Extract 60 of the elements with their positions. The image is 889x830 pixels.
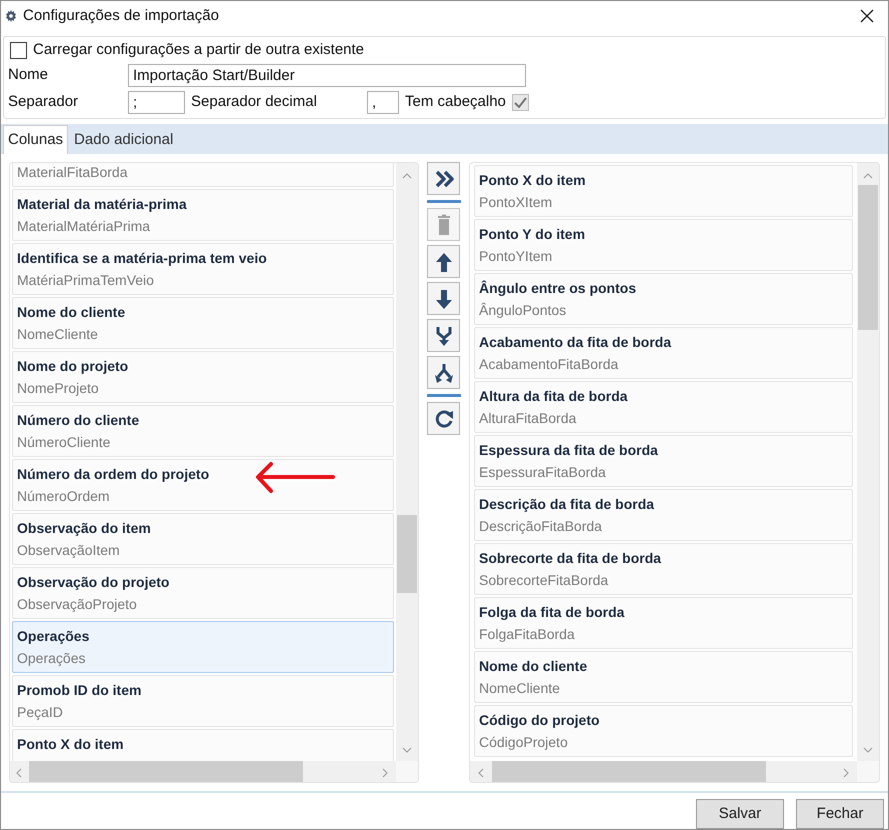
scrollbar-thumb[interactable] — [29, 761, 303, 782]
refresh-button[interactable] — [427, 402, 460, 435]
up-arrow-button[interactable] — [427, 245, 460, 278]
input-field[interactable]: ; — [128, 91, 185, 114]
down-arrow-button[interactable] — [427, 282, 460, 315]
check-icon — [514, 97, 527, 108]
list-item[interactable]: Ponto X do item PontoXItem — [474, 165, 853, 217]
list-item[interactable]: Nome do projeto NomeProjeto — [12, 351, 394, 403]
scroll-left-icon[interactable] — [16, 768, 22, 778]
tab[interactable]: Dado adicional — [70, 127, 178, 154]
scroll-right-icon[interactable] — [843, 768, 849, 778]
merge-arrow-button[interactable] — [427, 319, 460, 352]
list-item[interactable]: Número do cliente NúmeroCliente — [12, 405, 394, 457]
scroll-left-icon[interactable] — [478, 768, 484, 778]
close-icon[interactable] — [860, 9, 874, 23]
list-item[interactable]: Nome do cliente NomeCliente — [474, 651, 853, 703]
input-field[interactable]: , — [367, 91, 399, 114]
list-item[interactable]: Observação do projeto ObservaçãoProjeto — [12, 567, 394, 619]
split-arrow-icon — [432, 362, 454, 384]
list-item[interactable]: Descrição da fita de borda DescriçãoFitaBorda — [474, 489, 853, 541]
scroll-right-icon[interactable] — [382, 768, 388, 778]
list-item[interactable]: Promob ID do item PeçaID — [12, 675, 394, 727]
list-item[interactable]: Observação do item ObservaçãoItem — [12, 513, 394, 565]
checkbox-label: Carregar configurações a partir de outra existente — [33, 40, 364, 60]
double-chevron-button[interactable] — [427, 162, 460, 195]
dialog-button[interactable]: Salvar — [696, 799, 784, 829]
scrollbar-thumb[interactable] — [397, 515, 417, 593]
tab[interactable]: Colunas — [3, 125, 68, 154]
list-item[interactable]: Material da matéria-prima MaterialMatériaPrima — [12, 189, 394, 241]
field-label: Separador decimal — [191, 92, 318, 112]
list-item[interactable]: Altura da fita de borda AlturaFitaBorda — [474, 381, 853, 433]
checkbox[interactable] — [10, 42, 27, 58]
gear-icon — [5, 10, 17, 22]
list-item[interactable]: Ângulo entre os pontos ÂnguloPontos — [474, 273, 853, 325]
list-item[interactable]: Folga da fita de borda FolgaFitaBorda — [474, 597, 853, 649]
list-item[interactable]: Código do projeto CódigoProjeto — [474, 705, 853, 757]
list-item[interactable]: Operações Operações — [12, 621, 394, 673]
scrollbar-thumb[interactable] — [492, 761, 766, 782]
scroll-up-icon[interactable] — [863, 173, 873, 179]
list-item[interactable]: Sobrecorte da fita de borda SobrecorteFitaBorda — [474, 543, 853, 595]
scroll-down-icon[interactable] — [402, 747, 412, 753]
list-item[interactable]: Espessura da fita de borda EspessuraFitaBorda — [474, 435, 853, 487]
list-item[interactable]: Nome do cliente NomeCliente — [12, 297, 394, 349]
list-item[interactable]: Ponto X do item — [12, 729, 394, 761]
checkbox-label: Tem cabeçalho — [405, 92, 506, 112]
dialog-button[interactable]: Fechar — [796, 799, 884, 829]
checkbox[interactable] — [512, 94, 529, 111]
window-title: Configurações de importação — [23, 6, 219, 26]
scroll-down-icon[interactable] — [863, 747, 873, 753]
field-label: Nome — [8, 65, 50, 86]
list-item[interactable]: Identifica se a matéria-prima tem veio MatériaPrimaTemVeio — [12, 243, 394, 295]
list-item[interactable]: Número da ordem do projeto NúmeroOrdem — [12, 459, 394, 511]
field-label: Separador — [8, 92, 80, 112]
scrollbar-thumb[interactable] — [858, 185, 878, 330]
split-arrow-button[interactable] — [427, 356, 460, 389]
input-field[interactable]: Importação Start/Builder — [128, 64, 526, 87]
scroll-up-icon[interactable] — [402, 173, 412, 179]
list-item[interactable]: Ponto Y do item PontoYItem — [474, 219, 853, 271]
list-item[interactable]: Acabamento da fita de borda AcabamentoFitaBorda — [474, 327, 853, 379]
list-item[interactable]: MaterialFitaBorda — [12, 163, 394, 187]
